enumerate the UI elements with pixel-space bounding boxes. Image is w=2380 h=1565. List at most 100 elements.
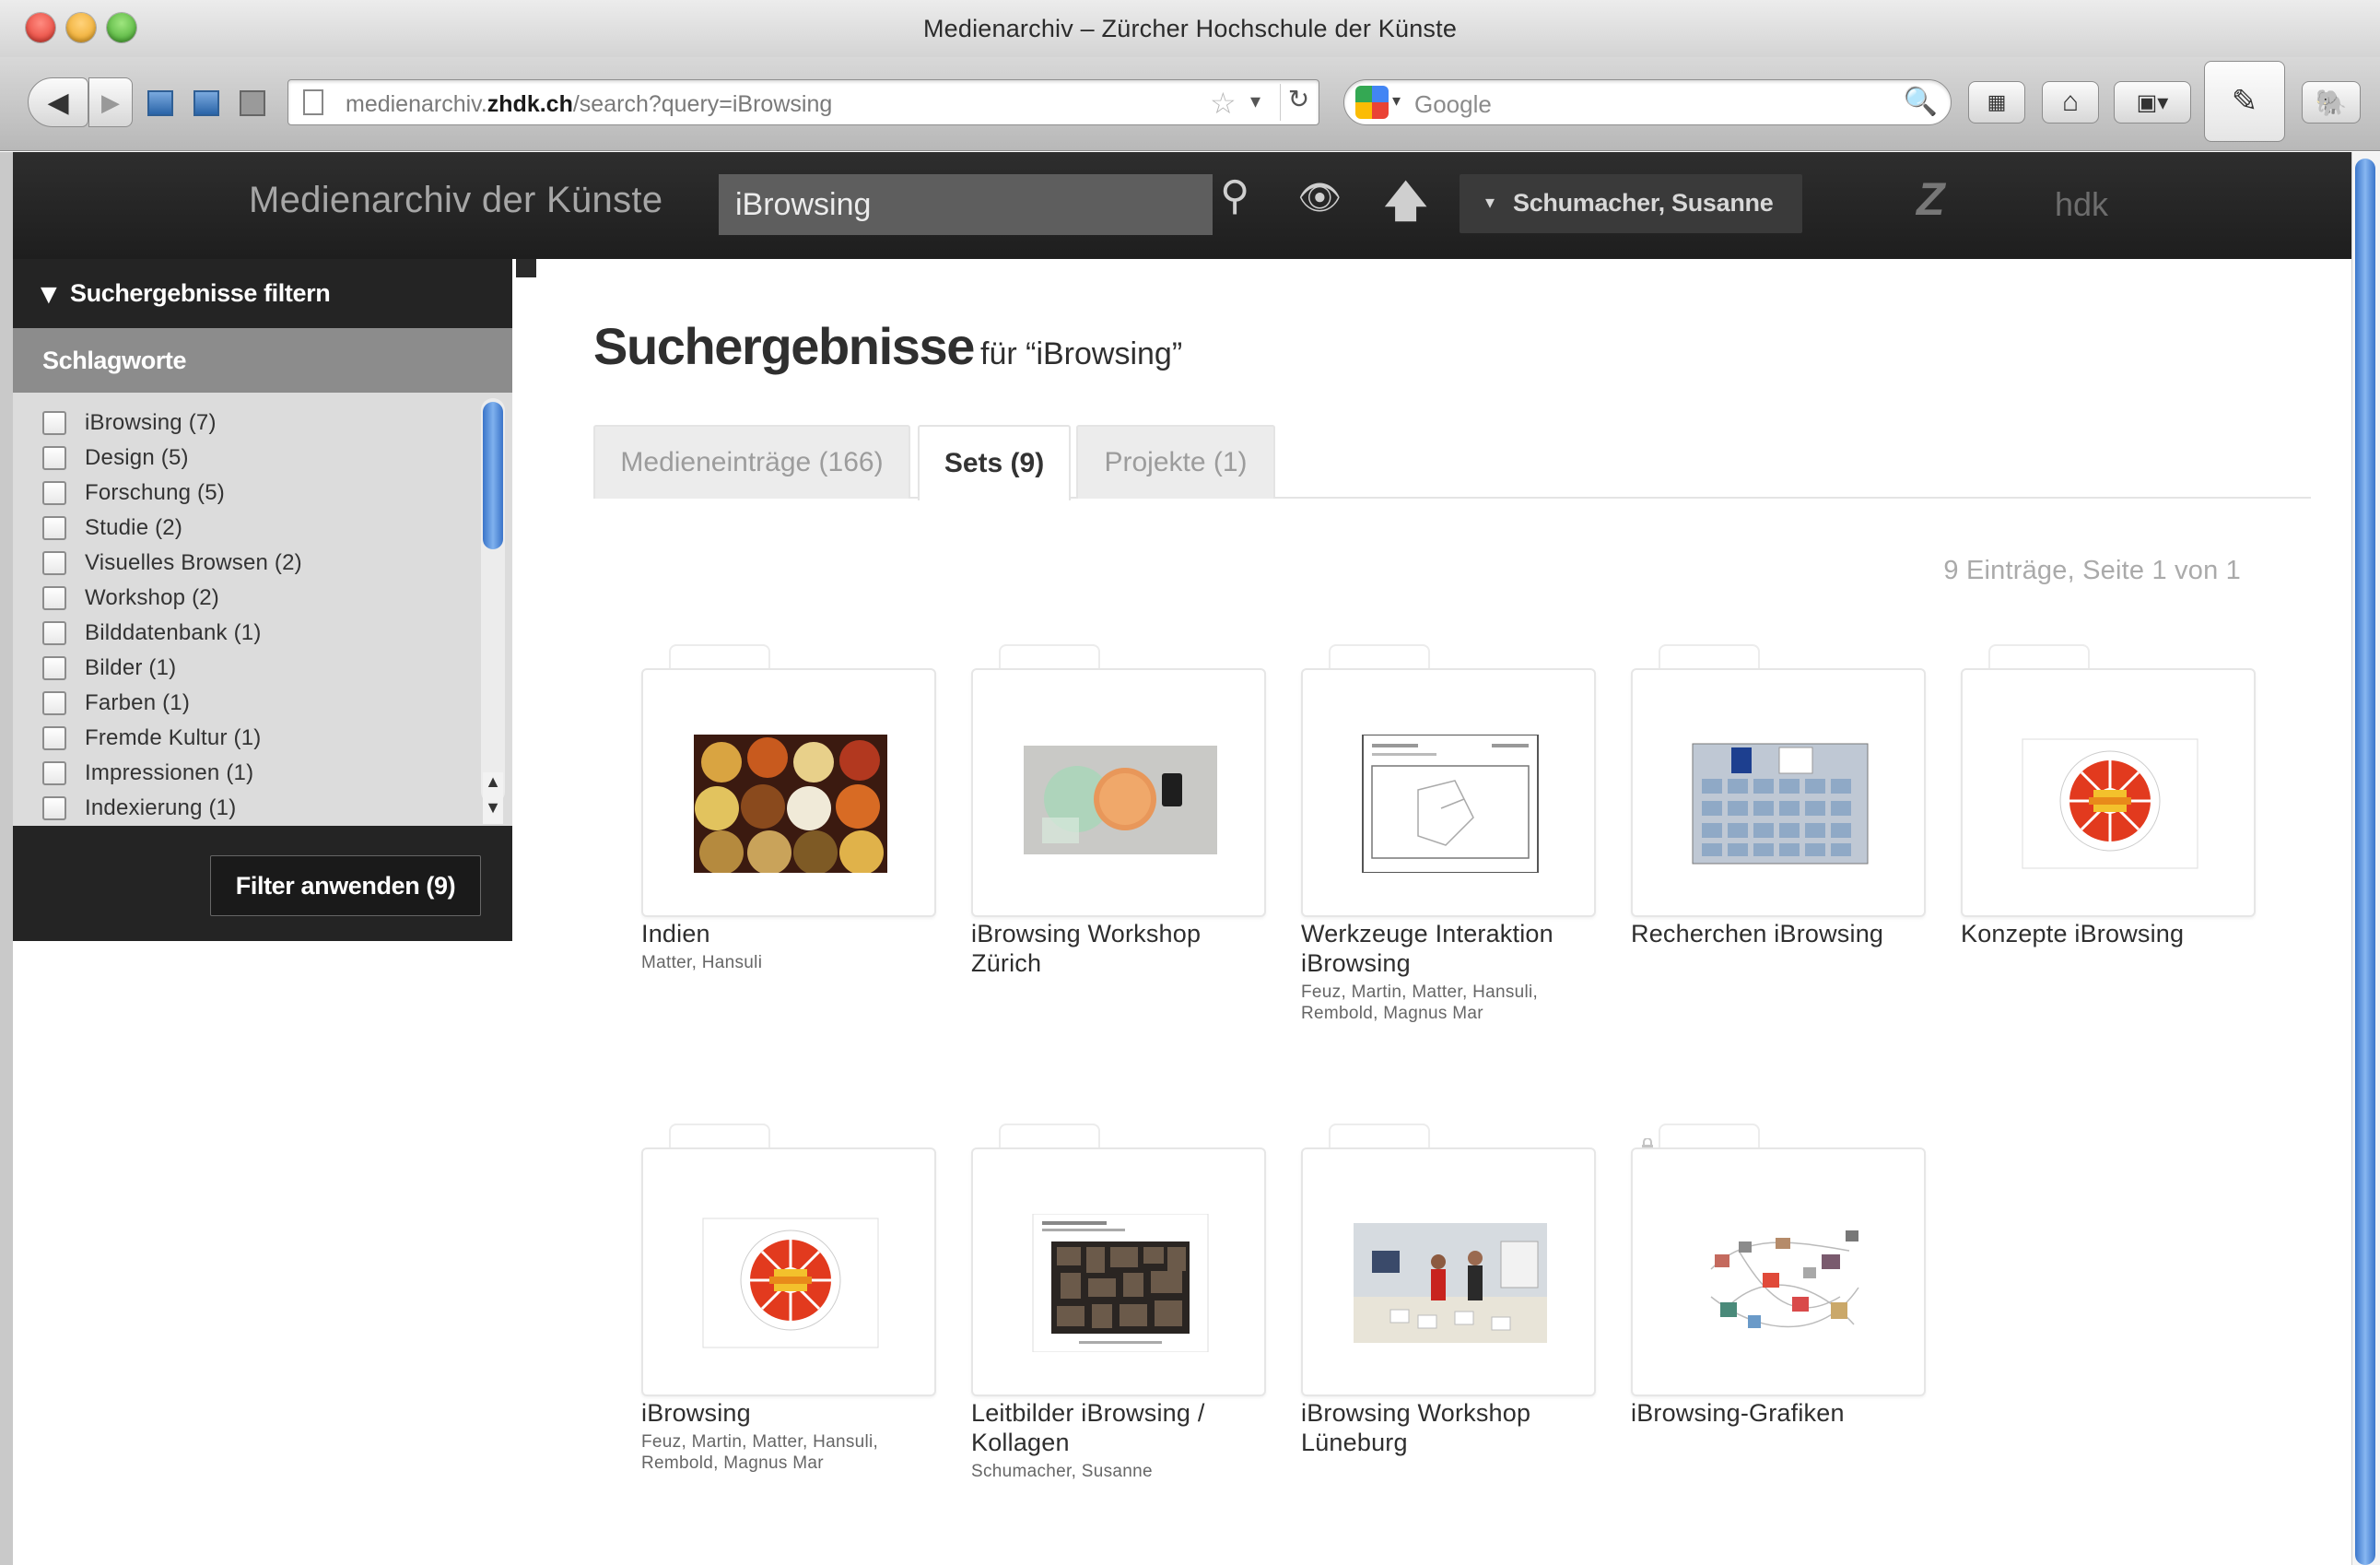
keyword-item[interactable]: Studie (2) — [42, 511, 182, 546]
forward-button[interactable]: ▶ — [88, 77, 133, 127]
tab-projects[interactable]: Projekte (1) — [1076, 425, 1275, 499]
set-card-workshop-lueneburg[interactable]: iBrowsing Workshop Lüneburg — [1301, 1124, 1596, 1511]
set-title[interactable]: Werkzeuge Interaktion iBrowsing — [1301, 919, 1596, 978]
url-history-dropdown-icon[interactable]: ▾ — [1250, 89, 1260, 113]
collage-board-thumbnail — [1032, 1214, 1209, 1352]
address-bar[interactable]: medienarchiv.zhdk.ch/search?query=iBrows… — [287, 79, 1319, 125]
folder-thumbnail[interactable] — [971, 668, 1266, 917]
keyword-item[interactable]: Visuelles Browsen (2) — [42, 546, 302, 581]
web-search-placeholder[interactable]: Google — [1414, 90, 1492, 119]
keyword-checkbox[interactable] — [42, 586, 66, 610]
keyword-label: Forschung (5) — [85, 480, 225, 505]
keyword-item[interactable]: Indexierung (1) — [42, 791, 236, 826]
set-card-ibrowsing[interactable]: iBrowsing Feuz, Martin, Matter, Hansuli,… — [641, 1124, 936, 1511]
keyword-checkbox[interactable] — [42, 551, 66, 575]
keyword-item[interactable]: Bilddatenbank (1) — [42, 616, 262, 651]
eye-icon[interactable]: 👁 — [1297, 178, 1342, 218]
keyword-item[interactable]: Workshop (2) — [42, 581, 219, 616]
set-title[interactable]: iBrowsing-Grafiken — [1631, 1398, 1926, 1428]
apply-filter-button[interactable]: Filter anwenden (9) — [210, 855, 481, 916]
tab-sets[interactable]: Sets (9) — [918, 425, 1071, 500]
keywords-section-header[interactable]: Schlagworte — [13, 328, 512, 393]
keyword-label: Farben (1) — [85, 690, 191, 715]
zhdk-logo-hdk[interactable]: hdk — [2055, 185, 2108, 224]
results-count: 9 Einträge, Seite 1 von 1 — [1943, 556, 2241, 585]
keyword-checkbox[interactable] — [42, 796, 66, 820]
keyword-item[interactable]: Forschung (5) — [42, 476, 225, 511]
search-icon[interactable]: ⚲ — [1220, 172, 1249, 219]
set-title[interactable]: iBrowsing Workshop Zürich — [971, 919, 1266, 978]
evernote-button[interactable]: 🐘 — [2302, 81, 2361, 124]
keyword-checkbox[interactable] — [42, 481, 66, 505]
keyword-item[interactable]: Fremde Kultur (1) — [42, 721, 261, 756]
keyword-checkbox[interactable] — [42, 516, 66, 540]
folder-thumbnail[interactable] — [641, 1147, 936, 1396]
keyword-item[interactable]: Bilder (1) — [42, 651, 176, 686]
address-text[interactable]: medienarchiv.zhdk.ch/search?query=iBrows… — [346, 91, 832, 118]
addon-button[interactable]: ▣▾ — [2114, 81, 2191, 124]
set-card-workshop-zuerich[interactable]: iBrowsing Workshop Zürich — [971, 644, 1266, 1031]
folder-thumbnail[interactable] — [1961, 668, 2256, 917]
folder-thumbnail[interactable] — [641, 668, 936, 917]
scroll-down-icon[interactable]: ▼ — [483, 798, 503, 824]
keyword-item[interactable]: Farben (1) — [42, 686, 190, 721]
window-titlebar: Medienarchiv – Zürcher Hochschule der Kü… — [0, 0, 2380, 57]
folder-thumbnail[interactable] — [1631, 1147, 1926, 1396]
folder-thumbnail[interactable] — [1301, 668, 1596, 917]
set-title[interactable]: Indien — [641, 919, 936, 948]
set-title[interactable]: iBrowsing — [641, 1398, 936, 1428]
set-title[interactable]: Konzepte iBrowsing — [1961, 919, 2256, 948]
engine-dropdown-icon[interactable]: ▾ — [1392, 91, 1401, 111]
keyword-checkbox[interactable] — [42, 411, 66, 435]
magnifier-icon[interactable]: 🔍 — [1904, 86, 1938, 118]
keyword-label: Fremde Kultur (1) — [85, 725, 262, 750]
keyword-checkbox[interactable] — [42, 691, 66, 715]
notes-button[interactable]: ✎ — [2204, 61, 2285, 142]
keyword-list[interactable]: iBrowsing (7) Design (5) Forschung (5) S… — [13, 393, 512, 826]
tab-media-entries[interactable]: Medieneinträge (166) — [593, 425, 910, 499]
lock-toolbar-icon[interactable] — [240, 90, 265, 116]
set-title[interactable]: iBrowsing Workshop Lüneburg — [1301, 1398, 1596, 1457]
folder-thumbnail[interactable] — [971, 1147, 1266, 1396]
keyword-checkbox[interactable] — [42, 621, 66, 645]
zhdk-logo-z[interactable]: Z — [1917, 172, 1945, 226]
user-menu[interactable]: ▾ Schumacher, Susanne — [1460, 174, 1802, 233]
bookmark-star-icon[interactable]: ☆ — [1210, 86, 1237, 121]
set-card-leitbilder[interactable]: Leitbilder iBrowsing / Kollagen Schumach… — [971, 1124, 1266, 1511]
keyword-checkbox[interactable] — [42, 726, 66, 750]
addon-icon: ▣▾ — [2136, 89, 2169, 115]
app-title[interactable]: Medienarchiv der Künste — [249, 180, 662, 221]
keyword-label: Visuelles Browsen (2) — [85, 550, 302, 575]
folder-thumbnail[interactable] — [1301, 1147, 1596, 1396]
home-button[interactable]: ⌂ — [2042, 81, 2099, 124]
main-content: Suchergebnisse für “iBrowsing” Medienein… — [536, 259, 2351, 1565]
back-button[interactable]: ◀ — [28, 77, 88, 127]
keyword-label: iBrowsing (7) — [85, 410, 217, 435]
bookmarks-button[interactable]: ▦ — [1968, 81, 2025, 124]
keyword-checkbox[interactable] — [42, 446, 66, 470]
set-card-indien[interactable]: Indien Matter, Hansuli — [641, 644, 936, 1031]
search-input[interactable] — [719, 174, 1213, 235]
set-title[interactable]: Recherchen iBrowsing — [1631, 919, 1926, 948]
upload-icon[interactable]: 🡅 — [1384, 171, 1427, 242]
window-left-border — [0, 152, 13, 1565]
keyword-item[interactable]: Design (5) — [42, 441, 189, 476]
window-toolbar-icon[interactable] — [193, 90, 219, 116]
bookmark-toolbar-icon[interactable] — [147, 90, 173, 116]
page-scroll-thumb[interactable] — [2355, 159, 2375, 1565]
set-title[interactable]: Leitbilder iBrowsing / Kollagen — [971, 1398, 1266, 1457]
set-card-konzepte[interactable]: Konzepte iBrowsing — [1961, 644, 2256, 1031]
keyword-checkbox[interactable] — [42, 656, 66, 680]
keyword-checkbox[interactable] — [42, 761, 66, 785]
keyword-scroll-thumb[interactable] — [483, 402, 503, 549]
folder-thumbnail[interactable] — [1631, 668, 1926, 917]
web-search-field[interactable]: ▾ Google 🔍 — [1343, 79, 1952, 125]
set-card-recherchen[interactable]: Recherchen iBrowsing — [1631, 644, 1926, 1031]
google-icon[interactable] — [1355, 86, 1389, 119]
reload-icon[interactable]: ↻ — [1280, 84, 1317, 121]
keyword-item[interactable]: iBrowsing (7) — [42, 406, 217, 441]
set-card-grafiken[interactable]: iBrowsing-Grafiken — [1631, 1124, 1926, 1511]
scroll-up-icon[interactable]: ▲ — [483, 772, 503, 798]
keyword-item[interactable]: Impressionen (1) — [42, 756, 253, 791]
set-card-werkzeuge[interactable]: Werkzeuge Interaktion iBrowsing Feuz, Ma… — [1301, 644, 1596, 1031]
